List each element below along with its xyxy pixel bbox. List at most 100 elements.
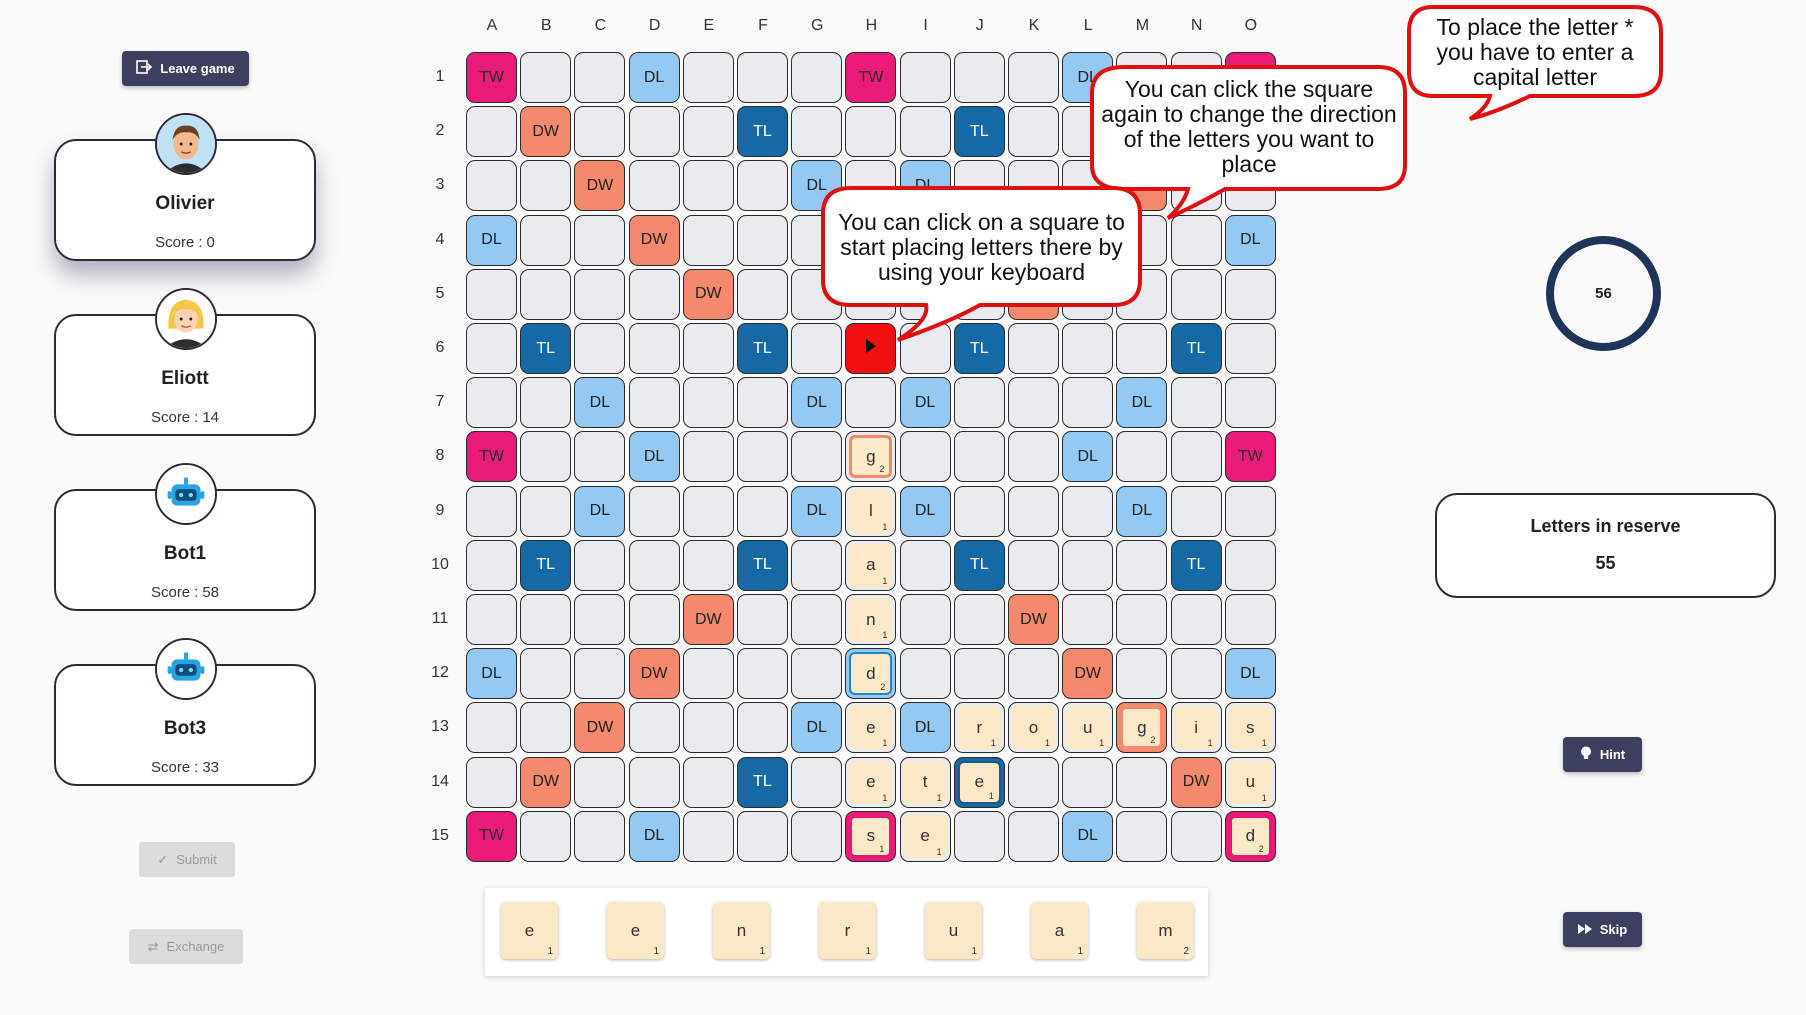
board-cell-f12[interactable] [737,648,788,700]
board-cell-h14[interactable]: e1 [845,756,897,808]
board-cell-a4[interactable]: DL [466,214,517,266]
board-cell-j8[interactable] [953,431,1005,483]
board-cell-l13[interactable]: u1 [1062,702,1114,754]
board-cell-n6[interactable]: TL [1170,323,1222,374]
board-cell-o6[interactable] [1224,323,1276,374]
board-cell-e2[interactable] [682,106,734,158]
board-cell-h10[interactable]: a1 [845,539,897,591]
skip-button[interactable]: Skip [1563,912,1642,947]
board-cell-b3[interactable] [520,160,572,212]
board-cell-f1[interactable] [737,52,788,103]
board-cell-g8[interactable] [791,431,843,483]
board-cell-n12[interactable] [1170,648,1222,700]
board-cell-k9[interactable] [1008,485,1059,537]
board-cell-m7[interactable]: DL [1116,377,1168,429]
board-cell-c5[interactable] [574,268,626,320]
board-cell-a6[interactable] [466,323,517,374]
board-cell-f4[interactable] [737,214,788,266]
board-cell-k7[interactable] [1008,377,1059,429]
board-cell-i8[interactable] [899,431,951,483]
board-cell-c12[interactable] [574,648,626,700]
board-cell-i13[interactable]: DL [899,702,951,754]
board-cell-b8[interactable] [520,431,572,483]
board-cell-f8[interactable] [737,431,788,483]
board-cell-d2[interactable] [628,106,680,158]
board-cell-g1[interactable] [791,52,843,103]
board-cell-d5[interactable] [628,268,680,320]
board-cell-j3[interactable] [953,160,1005,212]
board-cell-m12[interactable] [1116,648,1168,700]
board-cell-e8[interactable] [682,431,734,483]
board-cell-b13[interactable] [520,702,572,754]
board-cell-d8[interactable]: DL [628,431,680,483]
board-cell-f15[interactable] [737,810,788,862]
board-cell-j11[interactable] [953,594,1005,645]
board-cell-k12[interactable] [1008,648,1059,700]
board-cell-a14[interactable] [466,756,517,808]
board-cell-b6[interactable]: TL [520,323,572,374]
rack-tile[interactable]: m2 [1137,902,1194,959]
board-cell-b10[interactable]: TL [520,539,572,591]
board-cell-k11[interactable]: DW [1008,594,1059,645]
leave-game-button[interactable]: Leave game [122,51,249,86]
board-cell-i14[interactable]: t1 [899,756,951,808]
board-cell-a11[interactable] [466,594,517,645]
board-cell-j14[interactable]: e1 [953,756,1005,808]
board-cell-e3[interactable] [682,160,734,212]
board-cell-h15[interactable]: s1 [845,810,897,862]
board-cell-a12[interactable]: DL [466,648,517,700]
board-cell-e4[interactable] [682,214,734,266]
board-cell-a13[interactable] [466,702,517,754]
board-cell-c9[interactable]: DL [574,485,626,537]
board-cell-d3[interactable] [628,160,680,212]
board-cell-o7[interactable] [1224,377,1276,429]
board-cell-b14[interactable]: DW [520,756,572,808]
board-cell-o15[interactable]: d2 [1224,810,1276,862]
board-cell-f14[interactable]: TL [737,756,788,808]
board-cell-n13[interactable]: i1 [1170,702,1222,754]
board-cell-g6[interactable] [791,323,843,374]
board-cell-o13[interactable]: s1 [1224,702,1276,754]
board-cell-b7[interactable] [520,377,572,429]
rack-tile[interactable]: e1 [607,902,664,959]
board-cell-g9[interactable]: DL [791,485,843,537]
board-cell-b15[interactable] [520,810,572,862]
board-cell-c3[interactable]: DW [574,160,626,212]
board-cell-o11[interactable] [1224,594,1276,645]
board-cell-i10[interactable] [899,539,951,591]
board-cell-k1[interactable] [1008,52,1059,103]
board-cell-c7[interactable]: DL [574,377,626,429]
board-cell-a10[interactable] [466,539,517,591]
board-cell-d13[interactable] [628,702,680,754]
board-cell-i2[interactable] [899,106,951,158]
rack-tile[interactable]: n1 [713,902,770,959]
board-cell-j1[interactable] [953,52,1005,103]
board-cell-f11[interactable] [737,594,788,645]
board-cell-g12[interactable] [791,648,843,700]
board-cell-j12[interactable] [953,648,1005,700]
board-cell-g13[interactable]: DL [791,702,843,754]
board-cell-l7[interactable] [1062,377,1114,429]
board-cell-n7[interactable] [1170,377,1222,429]
board-cell-b5[interactable] [520,268,572,320]
board-cell-g11[interactable] [791,594,843,645]
board-cell-h1[interactable]: TW [845,52,897,103]
board-cell-i12[interactable] [899,648,951,700]
board-cell-o4[interactable]: DL [1224,214,1276,266]
board-cell-f7[interactable] [737,377,788,429]
board-cell-g7[interactable]: DL [791,377,843,429]
board-cell-f10[interactable]: TL [737,539,788,591]
board-cell-a3[interactable] [466,160,517,212]
board-cell-n10[interactable]: TL [1170,539,1222,591]
board-cell-g3[interactable]: DL [791,160,843,212]
board-cell-m9[interactable]: DL [1116,485,1168,537]
board-cell-d14[interactable] [628,756,680,808]
board-cell-f9[interactable] [737,485,788,537]
board-cell-g10[interactable] [791,539,843,591]
board-cell-h3[interactable] [845,160,897,212]
board-cell-h12[interactable]: d2 [845,648,897,700]
board-cell-l9[interactable] [1062,485,1114,537]
board-cell-d6[interactable] [628,323,680,374]
board-cell-f13[interactable] [737,702,788,754]
board-cell-o10[interactable] [1224,539,1276,591]
